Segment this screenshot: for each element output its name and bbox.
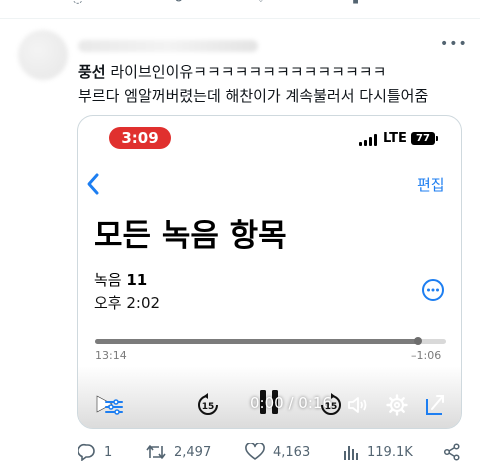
svg-text:15: 15 — [202, 402, 215, 412]
views-button[interactable]: 119.1K — [343, 441, 413, 463]
back-chevron-icon[interactable] — [84, 172, 104, 196]
signal-icon — [359, 134, 381, 146]
reply-button[interactable]: 1 — [78, 441, 112, 463]
reply-icon — [78, 443, 95, 461]
battery-icon: 77 — [411, 132, 435, 145]
sliders-icon[interactable] — [104, 398, 124, 416]
ellipsis-circle-icon[interactable] — [421, 278, 445, 302]
more-options-icon[interactable]: ••• — [440, 36, 467, 52]
elapsed-time: 13:14 — [95, 349, 127, 362]
like-icon: ♡ — [255, 0, 267, 6]
retweet-icon: ⟲ — [172, 0, 183, 6]
tweet-text: 풍선 라이브인이유ㅋㅋㅋㅋㅋㅋㅋㅋㅋㅋㅋㅋㅋㅋ 부르다 엠알꺼버렸는데 해찬이가… — [78, 60, 468, 108]
page-title: 모든 녹음 항목 — [94, 218, 287, 254]
retweet-button[interactable]: 2,497 — [146, 441, 211, 463]
views-icon: ▮ — [352, 0, 359, 6]
recording-number: 11 — [126, 271, 148, 289]
like-button[interactable]: 4,163 — [245, 441, 310, 463]
svg-text:15: 15 — [325, 402, 338, 412]
previous-tweet-actions: ◌ ⟲ ♡ ▮ ⌃ — [0, 0, 480, 7]
share-icon: ⌃ — [446, 0, 457, 6]
recording-time: 오후 2:02 — [94, 294, 161, 312]
heart-icon — [245, 443, 265, 460]
share-button[interactable] — [443, 441, 469, 463]
media-video[interactable]: 3:09 LTE 77 편집 모든 녹음 항목 녹음 11 오후 2:02 13… — [77, 115, 462, 429]
volume-icon[interactable] — [347, 395, 369, 415]
skip-forward-15-icon[interactable]: 15 — [319, 393, 343, 417]
tweet-actions: 1 2,497 4,163 119.1K — [0, 441, 480, 463]
scrubber-knob[interactable] — [413, 337, 422, 345]
tweet-text-line1: 라이브인이유ㅋㅋㅋㅋㅋㅋㅋㅋㅋㅋㅋㅋㅋㅋ — [105, 63, 387, 81]
recording-name-prefix: 녹음 — [94, 271, 127, 289]
reply-icon: ◌ — [72, 0, 83, 6]
views-count: 119.1K — [367, 444, 413, 460]
retweet-count: 2,497 — [174, 444, 212, 460]
fullscreen-icon[interactable] — [424, 393, 446, 417]
battery-cap — [436, 136, 438, 141]
tweet-text-line2: 부르다 엠알꺼버렸는데 해찬이가 계속불러서 다시틀어줌 — [78, 87, 429, 105]
edit-button[interactable]: 편집 — [417, 174, 445, 195]
remaining-time: –1:06 — [411, 349, 442, 362]
playback-scrubber[interactable] — [95, 339, 446, 344]
share-icon — [443, 443, 460, 461]
tweet-divider — [0, 18, 480, 19]
like-count: 4,163 — [273, 444, 311, 460]
views-chart-icon — [344, 446, 358, 460]
skip-back-15-icon[interactable]: 15 — [196, 393, 220, 417]
author-name-blurred[interactable] — [78, 40, 258, 52]
recording-name: 녹음 11 — [94, 269, 147, 290]
avatar[interactable] — [18, 30, 68, 80]
reply-count: 1 — [104, 444, 113, 460]
phone-status-bar: 3:09 LTE 77 — [78, 116, 461, 160]
status-time: 3:09 — [109, 127, 171, 149]
tweet-text-bold: 풍선 — [78, 63, 106, 81]
settings-gear-icon[interactable] — [386, 394, 408, 416]
retweet-icon — [146, 445, 166, 459]
network-label: LTE — [383, 131, 407, 146]
playback-progress — [95, 339, 418, 344]
